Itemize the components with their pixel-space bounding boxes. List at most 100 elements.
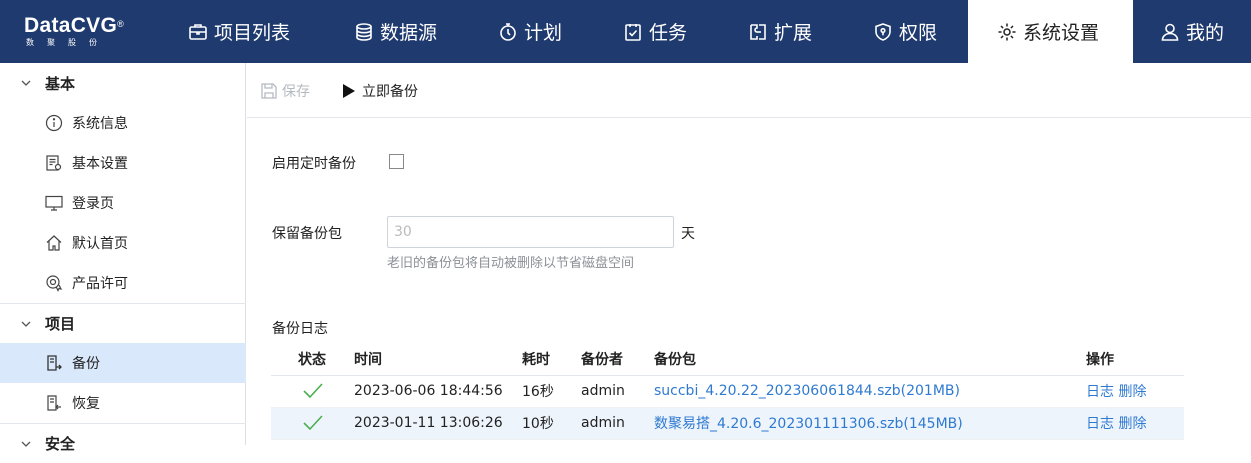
gear-icon <box>998 23 1016 40</box>
column-header-package: 备份包 <box>654 344 1086 376</box>
task-check-icon <box>625 23 641 41</box>
sidebar-item-basic-settings[interactable]: 基本设置 <box>0 143 246 183</box>
sidebar-item-backup[interactable]: 备份 <box>0 343 246 383</box>
sidebar-item-restore[interactable]: 恢复 <box>0 383 246 423</box>
settings-doc-icon <box>46 155 62 171</box>
success-check-icon <box>303 383 323 399</box>
nav-extension[interactable]: 扩展 <box>748 0 812 63</box>
time-cell: 2023-06-06 18:44:56 <box>354 375 522 408</box>
chevron-down-icon <box>21 321 31 327</box>
status-cell <box>271 407 354 440</box>
schedule-backup-label: 启用定时备份 <box>272 156 356 172</box>
success-check-icon <box>303 415 323 431</box>
retain-backup-label: 保留备份包 <box>272 226 342 242</box>
nav-task[interactable]: 任务 <box>623 0 687 63</box>
column-header-status: 状态 <box>271 344 354 376</box>
nav-label: 数据源 <box>380 22 438 44</box>
schedule-backup-checkbox[interactable] <box>389 154 404 169</box>
sidebar-item-label: 系统信息 <box>72 116 128 132</box>
monitor-icon <box>45 195 63 211</box>
briefcase-icon <box>189 23 207 40</box>
stopwatch-icon <box>500 22 516 41</box>
duration-cell: 16秒 <box>522 375 581 408</box>
column-header-time: 时间 <box>354 344 522 376</box>
sidebar-item-label: 默认首页 <box>72 236 128 252</box>
shield-icon <box>875 22 891 41</box>
backup-icon <box>47 355 62 371</box>
retain-unit: 天 <box>681 226 695 242</box>
nav-plan[interactable]: 计划 <box>498 0 562 63</box>
retain-days-input[interactable] <box>387 216 674 248</box>
save-button[interactable]: 保存 <box>260 80 310 102</box>
sidebar-item-label: 产品许可 <box>72 276 128 292</box>
nav-datasource[interactable]: 数据源 <box>354 0 437 63</box>
nav-label: 我的 <box>1186 22 1225 44</box>
nav-label: 任务 <box>649 22 688 44</box>
column-header-action: 操作 <box>1086 344 1184 376</box>
sidebar-item-system-info[interactable]: 系统信息 <box>0 103 246 143</box>
user-cell: admin <box>581 407 654 440</box>
column-header-duration: 耗时 <box>522 344 581 376</box>
nav-projects[interactable]: 项目列表 <box>188 0 290 63</box>
logo-brand: DataCVG <box>24 14 118 37</box>
nav-label: 权限 <box>899 22 938 44</box>
sidebar-item-login-page[interactable]: 登录页 <box>0 183 246 223</box>
sidebar-group-label: 基本 <box>45 74 76 93</box>
sidebar-item-label: 恢复 <box>72 396 100 412</box>
chevron-down-icon <box>21 80 31 86</box>
table-header-row: 状态 时间 耗时 备份者 备份包 操作 <box>271 344 1184 376</box>
duration-cell: 10秒 <box>522 407 581 440</box>
sidebar-item-label: 基本设置 <box>72 156 128 172</box>
table-row: 2023-01-11 13:06:26 10秒 admin 数聚易搭_4.20.… <box>271 407 1184 440</box>
user-cell: admin <box>581 375 654 408</box>
sidebar-item-default-home[interactable]: 默认首页 <box>0 223 246 263</box>
toolbar: 保存 立即备份 <box>247 63 1251 118</box>
sidebar-group-basic[interactable]: 基本 <box>0 63 246 103</box>
sidebar-group-label: 项目 <box>45 315 76 333</box>
restore-icon <box>47 395 61 411</box>
info-icon <box>45 114 63 132</box>
logo[interactable]: DataCVG® 数聚股份 <box>24 14 144 54</box>
nav-label: 计划 <box>524 22 563 44</box>
sidebar-item-label: 备份 <box>72 356 100 372</box>
package-link[interactable]: succbi_4.20.22_202306061844.szb(201MB) <box>654 383 960 399</box>
column-header-user: 备份者 <box>581 344 654 376</box>
backup-log-title: 备份日志 <box>272 321 328 337</box>
time-cell: 2023-01-11 13:06:26 <box>354 407 522 440</box>
database-icon <box>356 22 372 41</box>
nav-system-settings[interactable]: 系统设置 <box>968 0 1133 63</box>
logo-subtitle: 数聚股份 <box>26 38 110 47</box>
log-link[interactable]: 日志 <box>1086 384 1114 400</box>
sidebar: 基本 系统信息 基本设置 登录页 默认首页 产品许可 项目 备份 恢复 安全 <box>0 63 246 453</box>
save-label: 保存 <box>282 84 310 100</box>
retain-hint: 老旧的备份包将自动被删除以节省磁盘空间 <box>387 256 635 271</box>
status-cell <box>271 375 354 408</box>
sidebar-group-project[interactable]: 项目 <box>0 303 246 343</box>
play-icon <box>343 84 355 98</box>
extension-icon <box>750 23 766 40</box>
license-icon <box>46 275 63 292</box>
backup-now-label: 立即备份 <box>362 84 418 100</box>
logo-registered-mark: ® <box>117 19 125 29</box>
table-row: 2023-06-06 18:44:56 16秒 admin succbi_4.2… <box>271 375 1184 408</box>
sidebar-group-security[interactable]: 安全 <box>0 423 246 463</box>
delete-link[interactable]: 删除 <box>1118 384 1146 400</box>
nav-permission[interactable]: 权限 <box>873 0 937 63</box>
user-icon <box>1161 23 1179 41</box>
nav-label: 系统设置 <box>1023 22 1100 44</box>
package-link[interactable]: 数聚易搭_4.20.6_202301111306.szb(145MB) <box>654 416 963 432</box>
backup-now-button[interactable]: 立即备份 <box>340 80 418 102</box>
nav-label: 扩展 <box>774 22 813 44</box>
chevron-down-icon <box>21 441 31 447</box>
sidebar-item-label: 登录页 <box>72 196 114 212</box>
sidebar-item-license[interactable]: 产品许可 <box>0 263 246 303</box>
delete-link[interactable]: 删除 <box>1118 416 1146 432</box>
nav-mine[interactable]: 我的 <box>1160 0 1224 63</box>
log-link[interactable]: 日志 <box>1086 416 1114 432</box>
nav-label: 项目列表 <box>214 22 291 44</box>
backup-log-table: 状态 时间 耗时 备份者 备份包 操作 2023-06-06 18:44:56 … <box>271 344 1184 440</box>
sidebar-group-label: 安全 <box>45 435 76 453</box>
top-navigation-bar: DataCVG® 数聚股份 项目列表 数据源 计划 任务 扩展 权限 系统设置 … <box>0 0 1251 63</box>
save-icon <box>261 83 277 99</box>
home-icon <box>46 235 62 251</box>
